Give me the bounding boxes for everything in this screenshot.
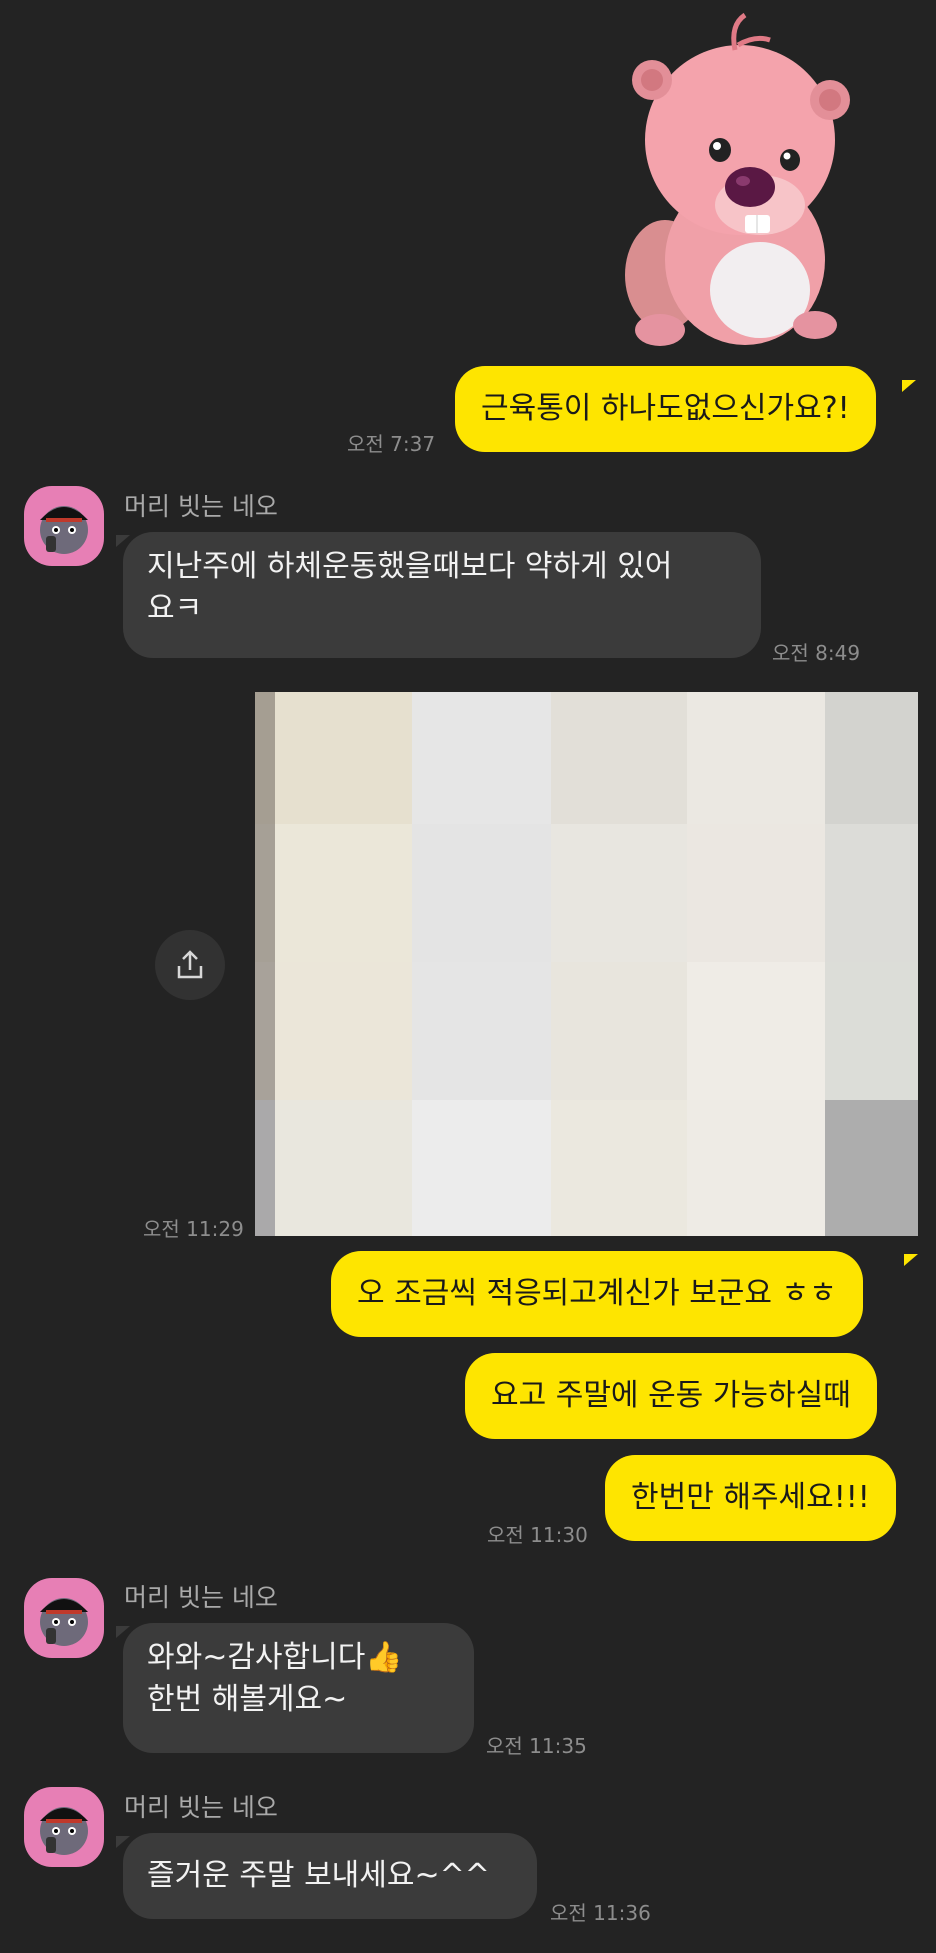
message-time: 오전 11:29	[143, 1217, 244, 1241]
message-text: 오 조금씩 적응되고계신가 보군요 ㅎㅎ	[357, 1276, 837, 1311]
sender-name: 머리 빗는 네오	[124, 492, 278, 521]
bubble-tail	[904, 1254, 918, 1266]
neo-avatar[interactable]	[24, 1578, 104, 1658]
sender-name: 머리 빗는 네오	[124, 1793, 278, 1822]
message-text: 와와~감사합니다	[147, 1640, 366, 1675]
neo-avatar[interactable]	[24, 1787, 104, 1867]
thumbs-up-emoji: 👍	[365, 1640, 403, 1675]
my-message-bubble[interactable]: 근육통이 하나도없으신가요?!	[455, 366, 876, 452]
my-message-bubble[interactable]: 오 조금씩 적응되고계신가 보군요 ㅎㅎ	[331, 1251, 863, 1337]
message-time: 오전 11:36	[550, 1901, 651, 1925]
message-text: 한번만 해주세요!!!	[631, 1480, 870, 1515]
message-text-line: 지난주에 하체운동했을때보다 약하게 있어	[147, 549, 673, 584]
my-message-bubble[interactable]: 한번만 해주세요!!!	[605, 1455, 896, 1541]
neo-avatar[interactable]	[24, 486, 104, 566]
message-text-line: 와와~감사합니다👍	[147, 1637, 450, 1679]
my-message-bubble[interactable]: 요고 주말에 운동 가능하실때	[465, 1353, 877, 1439]
other-message-bubble[interactable]: 지난주에 하체운동했을때보다 약하게 있어 요ㅋ	[123, 532, 761, 658]
other-message-bubble[interactable]: 와와~감사합니다👍 한번 해볼게요~	[123, 1623, 474, 1753]
message-time: 오전 11:35	[486, 1734, 587, 1758]
message-text: 근육통이 하나도없으신가요?!	[481, 391, 850, 426]
message-text: 즐거운 주말 보내세요~^^	[147, 1858, 490, 1893]
share-icon	[177, 950, 203, 979]
share-button[interactable]	[155, 930, 225, 1000]
sender-name: 머리 빗는 네오	[124, 1583, 278, 1612]
message-text: 요고 주말에 운동 가능하실때	[491, 1378, 851, 1413]
beaver-sticker[interactable]	[610, 5, 860, 350]
bubble-tail	[902, 380, 916, 392]
message-time: 오전 8:49	[772, 641, 861, 665]
message-time: 오전 11:30	[487, 1523, 588, 1547]
other-message-bubble[interactable]: 즐거운 주말 보내세요~^^	[123, 1833, 537, 1919]
message-text-line: 한번 해볼게요~	[147, 1682, 348, 1717]
message-text-line: 요ㅋ	[147, 591, 203, 626]
message-time: 오전 7:37	[347, 432, 436, 456]
photo-attachment[interactable]	[255, 692, 918, 1236]
